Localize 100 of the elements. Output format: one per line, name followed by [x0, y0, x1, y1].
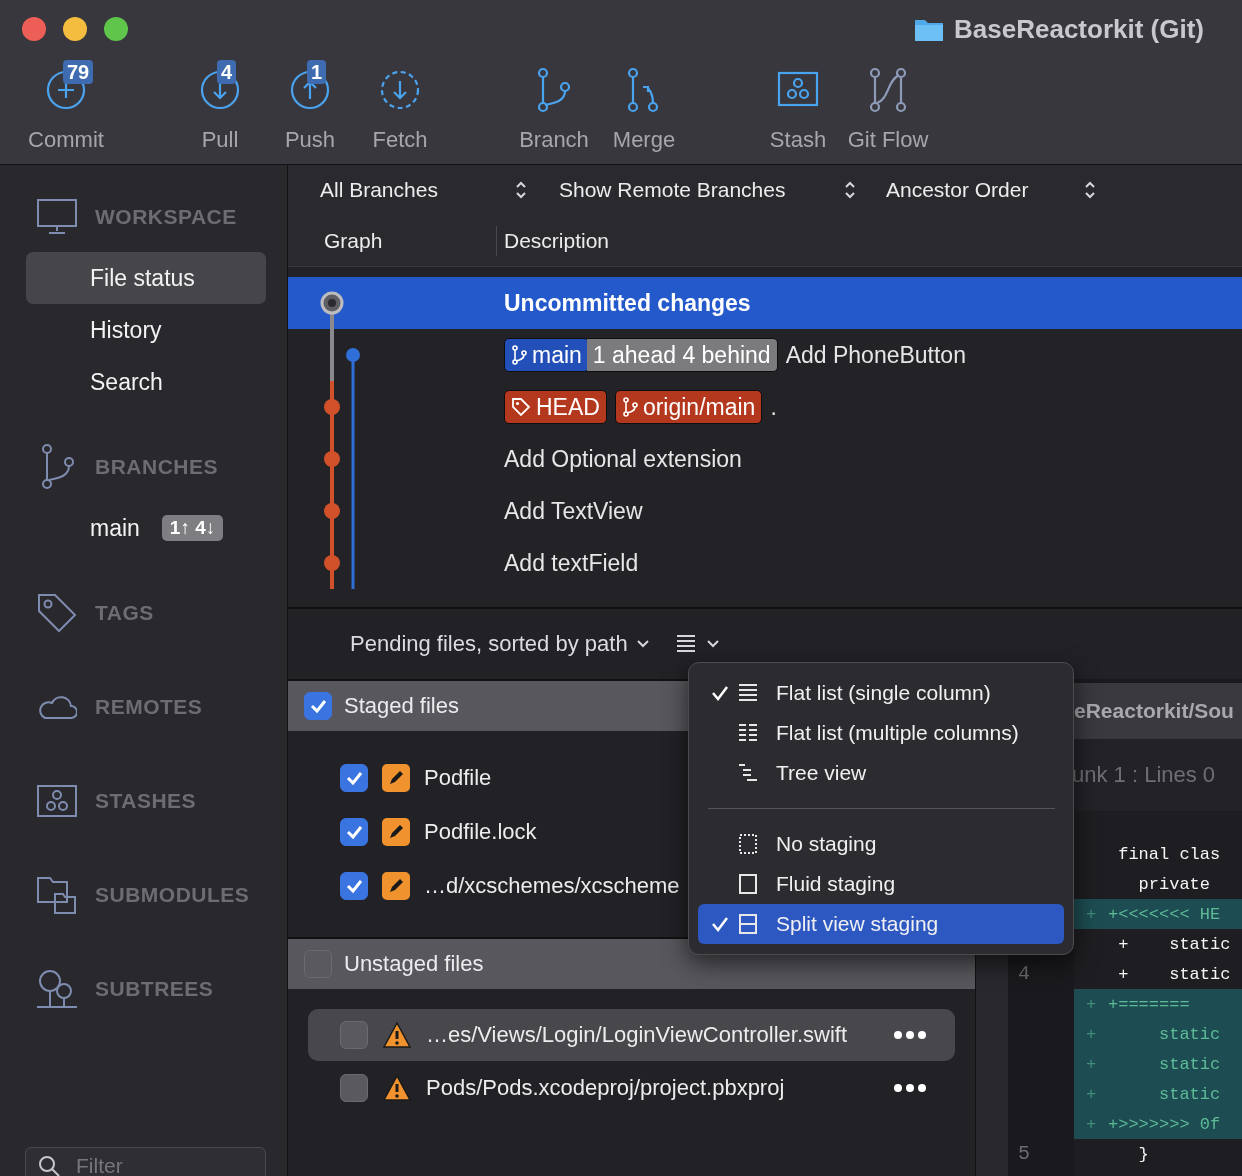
- sidebar-item[interactable]: History: [26, 304, 266, 356]
- tag-icon: [35, 592, 78, 634]
- commit-row[interactable]: Add TextView: [288, 485, 1242, 537]
- checkmark-icon: [711, 916, 729, 932]
- filter-dropdown[interactable]: All Branches: [320, 178, 527, 202]
- toolbar-button[interactable]: Fetch: [355, 59, 445, 153]
- tag-label: HEAD: [504, 390, 607, 424]
- menu-item[interactable]: Tree view: [698, 753, 1064, 793]
- commit-row[interactable]: main 1 ahead 4 behind Add PhoneButton: [288, 329, 1242, 381]
- menu-item[interactable]: Fluid staging: [698, 864, 1064, 904]
- minimize-button[interactable]: [63, 17, 87, 41]
- sidebar-item[interactable]: main 1↑ 4↓: [26, 502, 266, 554]
- list-icon: [675, 634, 696, 654]
- section-header: WORKSPACE: [95, 205, 237, 229]
- git-flow-icon: [867, 67, 909, 113]
- code-line: static: [1158, 1084, 1221, 1104]
- code-line: private: [1137, 874, 1211, 894]
- count-badge: 4: [217, 60, 237, 84]
- code-line: +=======: [1108, 994, 1190, 1014]
- list-icon: [738, 683, 758, 703]
- file-name: …d/xcschemes/xcscheme: [424, 873, 680, 899]
- checkbox[interactable]: [340, 818, 368, 846]
- commit-message: Add PhoneButton: [785, 341, 966, 369]
- view-mode-button[interactable]: [675, 634, 720, 654]
- file-name: Podfile.lock: [424, 819, 537, 845]
- group-title: Staged files: [344, 693, 459, 719]
- toolbar-button[interactable]: Git Flow: [843, 59, 933, 153]
- branch-icon: [621, 397, 638, 417]
- section-header: SUBTREES: [95, 977, 214, 1001]
- ahead-behind-badge: 1↑ 4↓: [161, 515, 224, 541]
- file-row[interactable]: …es/Views/Login/LoginViewController.swift: [308, 1009, 955, 1061]
- filter-dropdown[interactable]: Ancestor Order: [886, 178, 1096, 202]
- commit-row[interactable]: HEAD origin/main .: [288, 381, 1242, 433]
- toolbar-button[interactable]: Merge: [599, 59, 689, 153]
- sort-dropdown[interactable]: Pending files, sorted by path: [350, 631, 650, 657]
- checkbox[interactable]: [340, 872, 368, 900]
- branch-icon: [511, 345, 527, 365]
- tree-list-icon: [738, 763, 758, 783]
- columns-list-icon: [738, 723, 758, 743]
- column-header[interactable]: Graph: [288, 225, 497, 256]
- tag-icon: [511, 397, 531, 417]
- diff-marker: +: [1086, 1054, 1097, 1074]
- more-icon[interactable]: [893, 1030, 927, 1040]
- code-line: static: [1158, 1054, 1221, 1074]
- checkmark-icon: [711, 685, 729, 701]
- branch-label: origin/main: [614, 390, 763, 424]
- file-row[interactable]: Pods/Pods.xcodeproj/project.pbxproj: [308, 1061, 955, 1115]
- diff-marker: +: [1086, 1024, 1097, 1044]
- commit-row[interactable]: Add Optional extension: [288, 433, 1242, 485]
- toolbar-button[interactable]: 79 Commit: [21, 59, 111, 153]
- section-header: BRANCHES: [95, 455, 218, 479]
- code-line: final clas: [1117, 844, 1221, 864]
- file-path: eReactorkit/Sou: [1074, 699, 1234, 723]
- toolbar-button[interactable]: 1 Push: [265, 59, 355, 153]
- column-header[interactable]: Description: [497, 228, 610, 253]
- dotted-square-icon: [738, 834, 758, 854]
- more-icon[interactable]: [893, 1083, 927, 1093]
- folders-icon: [36, 876, 77, 914]
- diff-marker: +: [1086, 994, 1097, 1014]
- toolbar-button[interactable]: Stash: [753, 59, 843, 153]
- window-title: BaseReactorkit (Git): [954, 13, 1204, 45]
- filter-field[interactable]: Filter: [25, 1147, 266, 1176]
- file-name: …es/Views/Login/LoginViewController.swift: [426, 1022, 848, 1048]
- code-line: + static: [1117, 934, 1231, 954]
- toolbar-button[interactable]: 4 Pull: [175, 59, 265, 153]
- zoom-button[interactable]: [104, 17, 128, 41]
- menu-item[interactable]: Flat list (single column): [698, 673, 1064, 713]
- checkbox[interactable]: [340, 764, 368, 792]
- up-down-chevron-icon: [844, 180, 856, 200]
- branch-label: main: [504, 338, 589, 372]
- commit-message: Add Optional extension: [504, 445, 742, 473]
- filter-dropdown[interactable]: Show Remote Branches: [559, 178, 856, 202]
- file-name: Podfile: [424, 765, 492, 791]
- commit-row[interactable]: Uncommitted changes: [288, 277, 1242, 329]
- commit-message: Add TextView: [504, 497, 643, 525]
- toolbar-button[interactable]: Branch: [509, 59, 599, 153]
- ahead-behind-label: 1 ahead 4 behind: [586, 338, 778, 372]
- stash-box-icon: [36, 785, 77, 817]
- menu-item[interactable]: No staging: [698, 824, 1064, 864]
- code-line: static: [1158, 1024, 1221, 1044]
- pencil-icon: [382, 872, 410, 900]
- checkbox[interactable]: [340, 1021, 368, 1049]
- chevron-down-icon: [635, 639, 650, 649]
- code-line: +<<<<<<< HE: [1108, 904, 1221, 924]
- filter-input[interactable]: Filter: [74, 1153, 234, 1176]
- sidebar-item[interactable]: Search: [26, 356, 266, 408]
- menu-item[interactable]: Split view staging: [698, 904, 1064, 944]
- checkbox[interactable]: [304, 692, 332, 720]
- commit-row[interactable]: Add textField: [288, 537, 1242, 589]
- pencil-icon: [382, 764, 410, 792]
- checkbox[interactable]: [340, 1074, 368, 1102]
- commit-message: .: [770, 393, 777, 421]
- code-line: +>>>>>>> 0f: [1108, 1114, 1221, 1134]
- menu-item[interactable]: Flat list (multiple columns): [698, 713, 1064, 753]
- diff-marker: +: [1086, 1084, 1097, 1104]
- close-button[interactable]: [22, 17, 46, 41]
- hunk-header: unk 1 : Lines 0: [1072, 762, 1216, 788]
- sidebar-item[interactable]: File status: [26, 252, 266, 304]
- section-header: STASHES: [95, 789, 197, 813]
- up-down-chevron-icon: [1084, 180, 1096, 200]
